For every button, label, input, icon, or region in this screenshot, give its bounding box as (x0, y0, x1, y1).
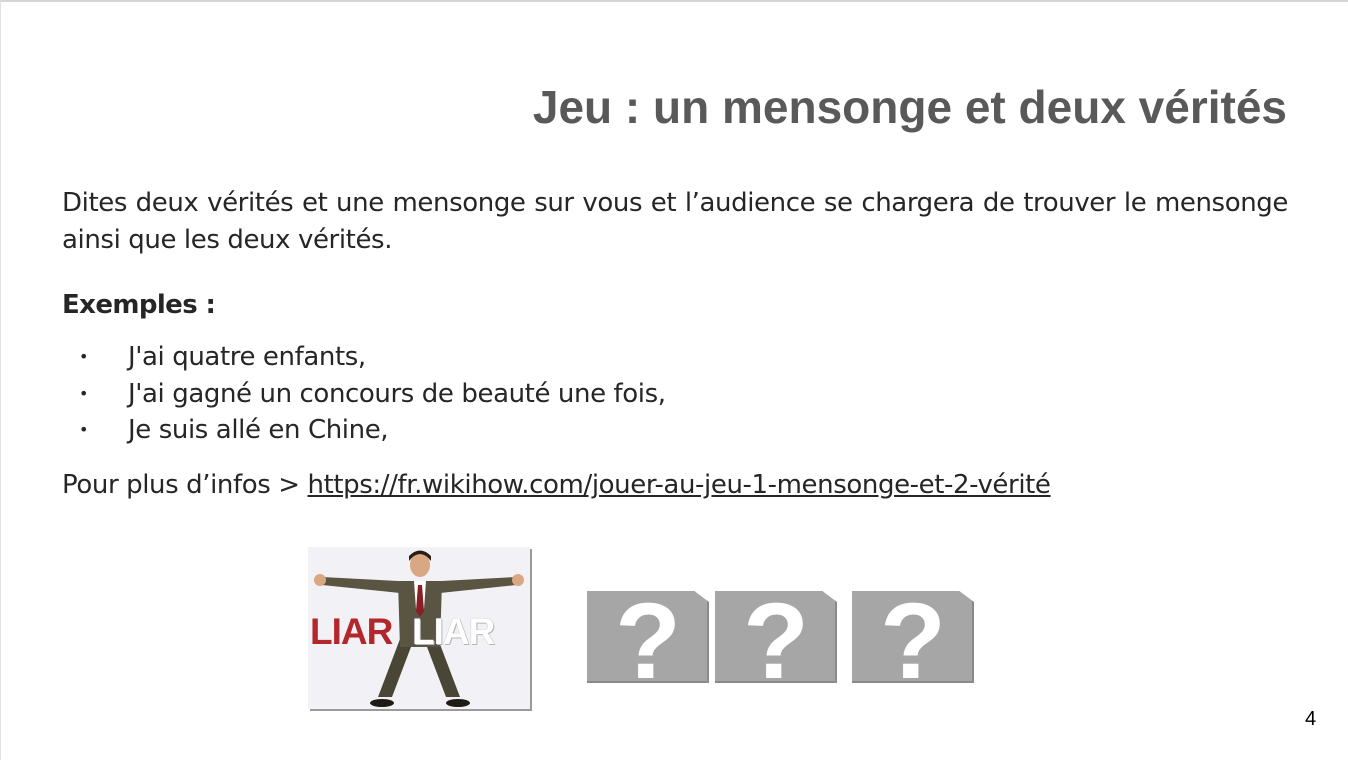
slide: Jeu : un mensonge et deux vérités Dites … (0, 0, 1348, 760)
bullet-icon: • (79, 347, 89, 366)
list-item: • Je suis allé en Chine, (62, 412, 666, 449)
liar-red-word: LIAR (310, 611, 393, 652)
question-mark-icon: ? (880, 580, 946, 701)
page-number: 4 (1305, 708, 1317, 730)
list-item: • J'ai gagné un concours de beauté une f… (62, 376, 666, 413)
question-box: ? (587, 591, 709, 683)
bullet-icon: • (79, 383, 89, 403)
liar-white-word: LIAR (412, 611, 495, 652)
example-text: Je suis allé en Chine, (128, 415, 389, 445)
question-box: ? (852, 591, 974, 683)
examples-heading: Exemples : (62, 290, 216, 320)
question-mark-icon: ? (743, 580, 809, 701)
list-item: • J'ai quatre enfants, (62, 339, 666, 376)
examples-list: • J'ai quatre enfants, • J'ai gagné un c… (62, 339, 666, 449)
liar-liar-image: LIAR LIAR (308, 547, 530, 709)
question-mark-icon: ? (615, 580, 681, 701)
wikihow-link[interactable]: https://fr.wikihow.com/jouer-au-jeu-1-me… (308, 470, 1051, 500)
more-info-line: Pour plus d’infos > https://fr.wikihow.c… (62, 470, 1051, 500)
bullet-icon: • (79, 420, 89, 439)
question-box: ? (715, 591, 837, 683)
more-info-label: Pour plus d’infos > (62, 470, 308, 500)
example-text: J'ai gagné un concours de beauté une foi… (128, 378, 666, 409)
example-text: J'ai quatre enfants, (128, 342, 366, 372)
slide-title: Jeu : un mensonge et deux vérités (532, 81, 1287, 133)
intro-paragraph: Dites deux vérités et une mensonge sur v… (62, 188, 1288, 255)
